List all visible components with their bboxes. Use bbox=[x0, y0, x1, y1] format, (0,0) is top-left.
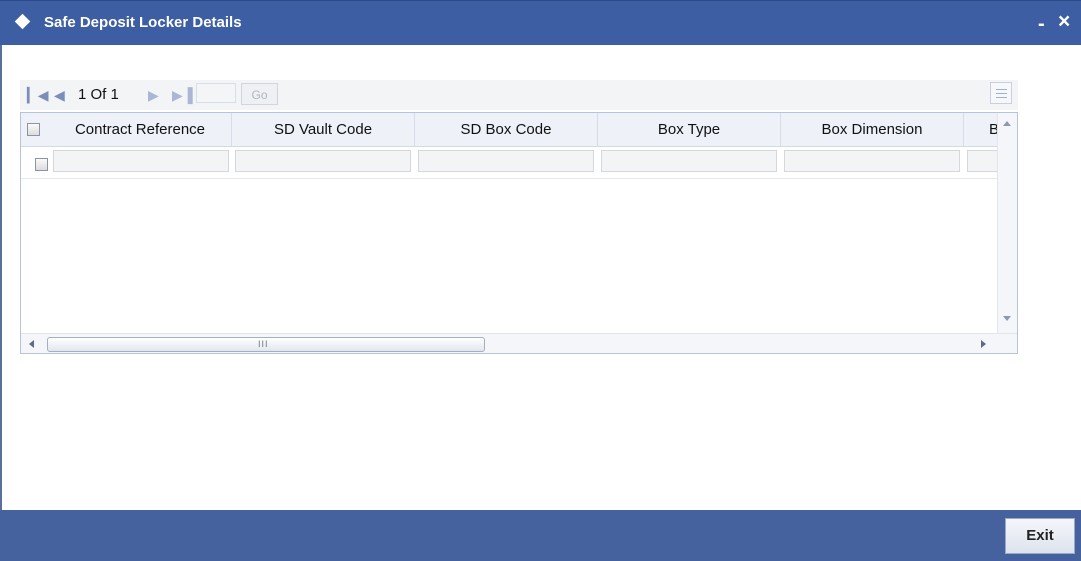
column-header-sd-vault-code[interactable]: SD Vault Code bbox=[232, 113, 415, 146]
select-all-checkbox[interactable] bbox=[27, 123, 40, 136]
footer-bar bbox=[0, 510, 1081, 561]
sd-box-code-cell[interactable] bbox=[418, 150, 594, 172]
column-header-box-dimension[interactable]: Box Dimension bbox=[781, 113, 964, 146]
scroll-left-icon[interactable] bbox=[29, 340, 34, 348]
grid-header: Contract Reference SD Vault Code SD Box … bbox=[21, 113, 999, 147]
page-indicator: 1 Of 1 bbox=[78, 86, 119, 103]
scroll-down-icon[interactable] bbox=[1003, 316, 1011, 321]
box-type-cell[interactable] bbox=[601, 150, 777, 172]
next-page-icon[interactable]: ▶ bbox=[148, 87, 159, 103]
column-header-box-type[interactable]: Box Type bbox=[598, 113, 781, 146]
vertical-scrollbar[interactable] bbox=[997, 113, 1017, 333]
table-row[interactable] bbox=[21, 147, 1007, 179]
window-title: Safe Deposit Locker Details bbox=[44, 14, 242, 31]
minimize-button[interactable]: - bbox=[1038, 14, 1045, 34]
window-titlebar: Safe Deposit Locker Details - × bbox=[0, 0, 1081, 45]
row-select-checkbox[interactable] bbox=[35, 158, 48, 171]
sd-vault-code-cell[interactable] bbox=[235, 150, 411, 172]
horizontal-scroll-thumb[interactable]: III bbox=[47, 337, 485, 352]
scroll-up-icon[interactable] bbox=[1003, 121, 1011, 126]
first-page-icon[interactable]: ▎◀ bbox=[27, 87, 49, 103]
window-left-border bbox=[0, 45, 2, 510]
page-number-input[interactable] bbox=[196, 83, 236, 103]
last-page-icon[interactable]: ▶▐ bbox=[172, 87, 193, 103]
exit-button[interactable]: Exit bbox=[1005, 518, 1075, 554]
scroll-right-icon[interactable] bbox=[981, 340, 986, 348]
app-diamond-icon bbox=[14, 13, 31, 30]
box-dimension-cell[interactable] bbox=[784, 150, 960, 172]
locker-details-grid: Contract Reference SD Vault Code SD Box … bbox=[20, 112, 1018, 354]
column-header-contract-reference[interactable]: Contract Reference bbox=[49, 113, 232, 146]
grid-settings-icon[interactable] bbox=[990, 82, 1012, 104]
column-header-sd-box-code[interactable]: SD Box Code bbox=[415, 113, 598, 146]
horizontal-scrollbar[interactable]: III bbox=[21, 333, 1017, 353]
contract-reference-cell[interactable] bbox=[53, 150, 229, 172]
scroll-grip: III bbox=[258, 339, 269, 349]
prev-page-icon[interactable]: ◀ bbox=[54, 87, 65, 103]
pagination-bar: ▎◀ ◀ 1 Of 1 ▶ ▶▐ Go bbox=[20, 80, 1018, 110]
column-header-truncated[interactable]: B bbox=[964, 113, 999, 146]
close-button[interactable]: × bbox=[1058, 11, 1070, 32]
go-button[interactable]: Go bbox=[241, 83, 278, 105]
